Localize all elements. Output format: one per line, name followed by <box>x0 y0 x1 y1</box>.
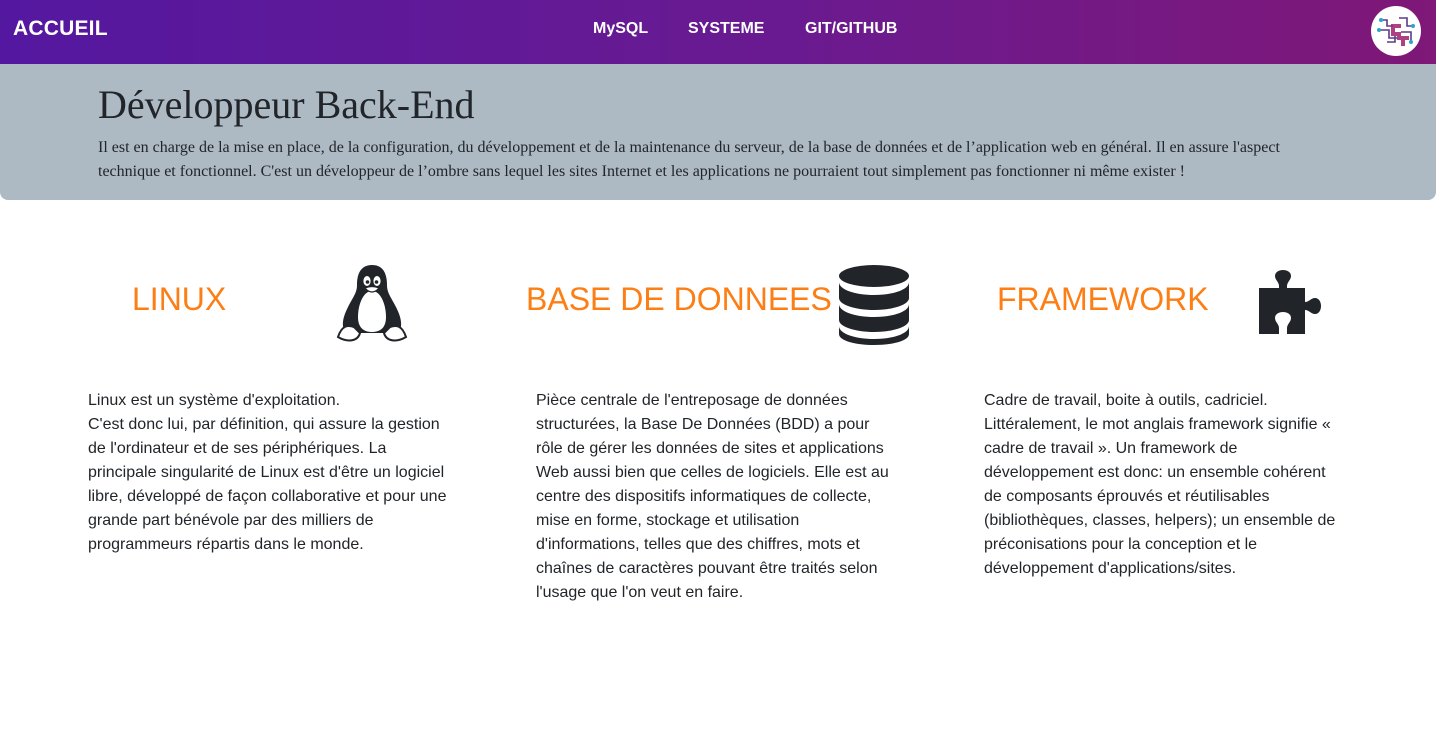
database-icon <box>838 264 910 351</box>
linux-text-line: programmeurs répartis dans le monde. <box>88 536 364 553</box>
framework-text-line: développement d'applications/sites. <box>984 560 1237 577</box>
linux-text-line: C'est donc lui, par définition, qui assu… <box>88 416 440 433</box>
page-title: Développeur Back-End <box>98 82 475 127</box>
intro-paragraph: Il est en charge de la mise en place, de… <box>98 139 1280 180</box>
nav-link-github[interactable]: GIT/GITHUB <box>805 20 897 38</box>
framework-title: FRAMEWORK <box>997 281 1209 317</box>
nav-link-mysql[interactable]: MySQL <box>593 20 648 38</box>
framework-text-line: préconisations pour la conception et le <box>984 536 1258 553</box>
puzzle-piece-icon <box>1257 264 1335 341</box>
database-text-line: Pièce centrale de l'entreposage de donné… <box>536 392 848 409</box>
database-text-line: d'informations, telles que des chiffres,… <box>536 536 860 553</box>
linux-text-line: principale singularité de Linux est d'êt… <box>88 464 445 481</box>
framework-text-line: développement est donc: un ensemble cohé… <box>984 464 1326 481</box>
linux-title: LINUX <box>132 281 227 317</box>
database-text-line: structurées, la Base De Données (BDD) a … <box>536 416 870 433</box>
circuit-logo-icon[interactable] <box>1371 6 1421 56</box>
framework-description: Cadre de travail, boite à outils, cadric… <box>984 389 1364 581</box>
linux-text-line: grande part bénévole par des milliers de <box>88 512 374 529</box>
database-text-line: mise en forme, stockage et utilisation <box>536 512 800 529</box>
framework-text-line: Cadre de travail, boite à outils, cadric… <box>984 392 1268 409</box>
hero-jumbotron: Développeur Back-End Il est en charge de… <box>0 64 1436 200</box>
framework-text-line: de composants éprouvés et réutilisables <box>984 488 1270 505</box>
linux-text-line: Linux est un système d'exploitation. <box>88 392 341 409</box>
linux-tux-icon <box>336 263 408 350</box>
database-title: BASE DE DONNEES <box>526 281 832 317</box>
database-text-line: l'usage que l'on veut en faire. <box>536 584 744 601</box>
linux-description: Linux est un système d'exploitation. C'e… <box>88 389 468 557</box>
database-description: Pièce centrale de l'entreposage de donné… <box>536 389 916 605</box>
database-text-line: centre des dispositifs informatiques de … <box>536 488 872 505</box>
linux-text-line: libre, développé de façon collaborative … <box>88 488 447 505</box>
nav-link-systeme[interactable]: SYSTEME <box>688 20 764 38</box>
framework-text-line: cadre de travail ». Un framework de <box>984 440 1238 457</box>
top-navbar: ACCUEIL MySQL SYSTEME GIT/GITHUB <box>0 0 1436 64</box>
linux-text-line: de l'ordinateur et de ses périphériques.… <box>88 440 387 457</box>
database-text-line: rôle de gérer les données de sites et ap… <box>536 440 884 457</box>
framework-text-line: Littéralement, le mot anglais framework … <box>984 416 1331 433</box>
database-text-line: Web aussi bien que celles de logiciels. … <box>536 464 889 481</box>
framework-text-line: (bibliothèques, classes, helpers); un en… <box>984 512 1336 529</box>
brand-home-link[interactable]: ACCUEIL <box>13 17 108 41</box>
database-text-line: chaînes de caractères pouvant être trait… <box>536 560 878 577</box>
